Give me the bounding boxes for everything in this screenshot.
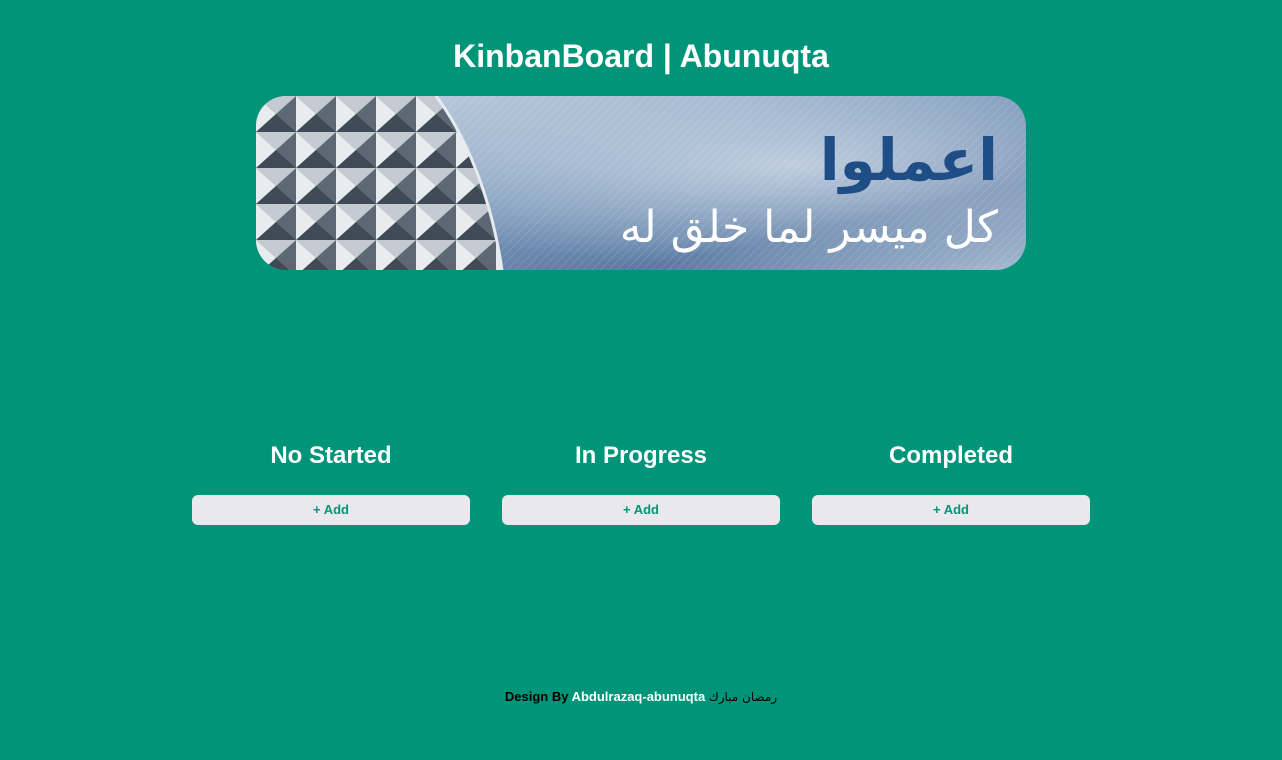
column-completed: Completed + Add (812, 436, 1090, 525)
footer-greeting: رمضان مبارك (708, 690, 778, 704)
column-title: No Started (270, 442, 392, 469)
column-no-started: No Started + Add (192, 436, 470, 525)
column-in-progress: In Progress + Add (502, 436, 780, 525)
board: No Started + Add In Progress + Add Compl… (192, 436, 1090, 526)
column-title: Completed (888, 442, 1013, 469)
footer-author: Abdulrazaq-abunuqta (571, 689, 706, 704)
page-title: KinbanBoard | Abunuqta (453, 38, 829, 74)
add-button[interactable]: + Add (502, 495, 780, 525)
page: KinbanBoard | Abunuqta اعملوا كل ميسر لم… (0, 0, 1282, 760)
banner-image: اعملوا كل ميسر لما خلق له (256, 96, 1026, 270)
footer: Design By Abdulrazaq-abunuqta رمضان مبار… (0, 688, 1282, 706)
column-title: In Progress (574, 442, 708, 469)
banner-headline: اعملوا (820, 126, 998, 195)
add-button[interactable]: + Add (192, 495, 470, 525)
footer-prefix: Design By (504, 689, 569, 704)
add-button[interactable]: + Add (812, 495, 1090, 525)
banner-subline: كل ميسر لما خلق له (620, 202, 998, 253)
